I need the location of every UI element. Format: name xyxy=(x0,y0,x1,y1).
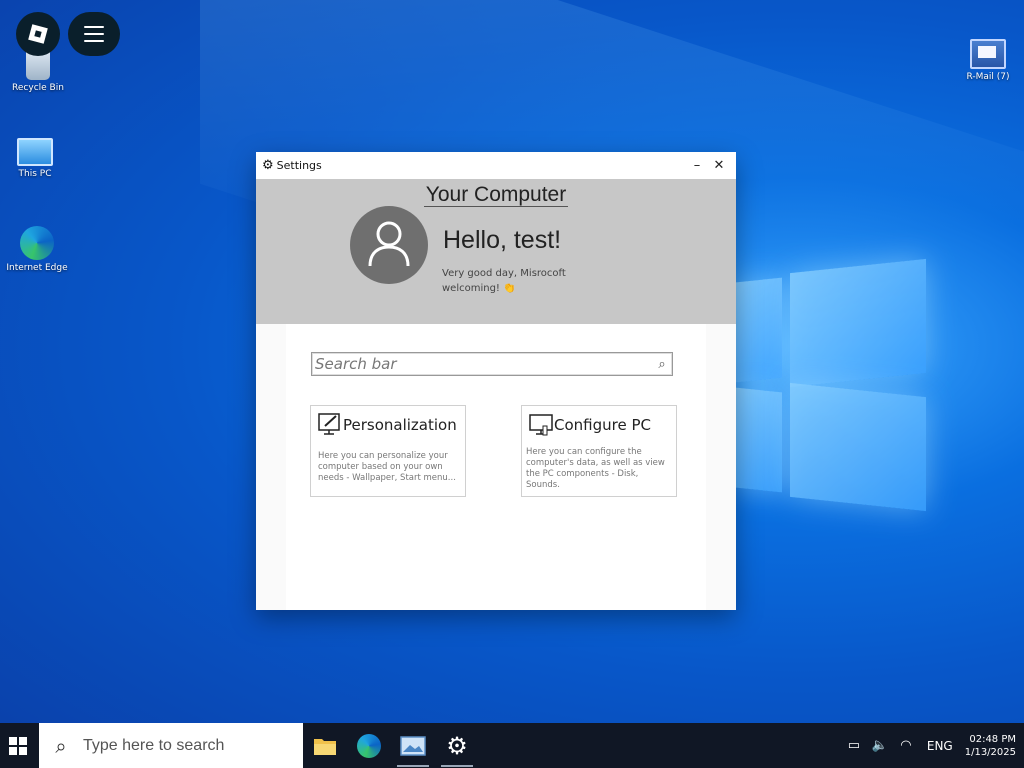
window-title: Settings xyxy=(276,158,322,172)
close-button[interactable]: ✕ xyxy=(708,158,730,173)
clock[interactable]: 02:48 PM 1/13/2025 xyxy=(961,733,1024,759)
card-description: Here you can personalize your computer b… xyxy=(318,451,456,483)
desktop-icon-label: Internet Edge xyxy=(6,263,68,273)
monitor-icon xyxy=(529,414,553,436)
desktop-icon-label: Recycle Bin xyxy=(12,83,64,93)
hamburger-menu-icon xyxy=(84,26,104,28)
desktop-icon-label: R-Mail (7) xyxy=(966,72,1010,82)
system-tray: ▭ 🔈 ◠ ENG 02:48 PM 1/13/2025 xyxy=(841,723,1024,768)
file-explorer-icon xyxy=(314,738,336,755)
search-icon: ⌕ xyxy=(55,733,67,758)
settings-window: ⚙ Settings – ✕ Your Computer Hello, test… xyxy=(256,152,736,610)
taskbar-search-placeholder: Type here to search xyxy=(83,736,225,754)
search-bar[interactable]: ⌕ xyxy=(311,352,673,376)
volume-icon[interactable]: 🔈 xyxy=(867,738,893,753)
profile-header: Your Computer Hello, test! Very good day… xyxy=(256,179,736,324)
welcome-text: Very good day, Misrocoft welcoming! 👏 xyxy=(442,268,566,294)
card-title: Configure PC xyxy=(554,416,651,434)
roblox-button[interactable] xyxy=(16,12,60,56)
personalization-card[interactable]: Personalization Here you can personalize… xyxy=(310,405,466,497)
windows-logo-wallpaper xyxy=(736,258,926,513)
clock-time: 02:48 PM xyxy=(969,733,1016,745)
desktop-icon-r-mail[interactable]: R-Mail (7) xyxy=(953,37,1023,82)
search-icon[interactable]: ⌕ xyxy=(652,357,672,372)
clock-date: 1/13/2025 xyxy=(964,746,1016,758)
this-pc-icon xyxy=(17,138,53,166)
greeting: Hello, test! xyxy=(443,226,562,254)
minimize-button[interactable]: – xyxy=(686,158,708,173)
taskbar-file-explorer[interactable] xyxy=(303,723,347,768)
start-button[interactable] xyxy=(0,723,36,768)
desktop-icon-label: This PC xyxy=(18,169,52,179)
taskbar-search[interactable]: ⌕ Type here to search xyxy=(39,723,303,768)
card-title: Personalization xyxy=(343,416,457,434)
edge-icon xyxy=(357,733,381,758)
settings-content: ⌕ Personalization Here you can personali… xyxy=(286,324,706,610)
mail-icon xyxy=(970,39,1006,69)
title-bar[interactable]: ⚙ Settings – ✕ xyxy=(256,152,736,178)
roblox-icon xyxy=(28,24,48,44)
battery-icon[interactable]: ▭ xyxy=(841,738,867,753)
edge-icon xyxy=(20,226,54,260)
taskbar: ⌕ Type here to search ⚙ ▭ 🔈 ◠ ENG 02:48 … xyxy=(0,723,1024,768)
taskbar-edge[interactable] xyxy=(347,723,391,768)
search-input[interactable] xyxy=(312,354,652,374)
photos-icon xyxy=(400,735,426,756)
wifi-icon[interactable]: ◠ xyxy=(893,738,919,753)
settings-icon: ⚙ xyxy=(446,731,468,760)
menu-button[interactable] xyxy=(68,12,120,56)
taskbar-photos[interactable] xyxy=(391,723,435,768)
gear-icon: ⚙ xyxy=(262,157,274,173)
configure-pc-card[interactable]: Configure PC Here you can configure the … xyxy=(521,405,677,497)
avatar xyxy=(350,206,428,284)
page-title: Your Computer xyxy=(423,183,569,207)
card-description: Here you can configure the computer's da… xyxy=(526,447,665,490)
desktop-icon-internet-edge[interactable]: Internet Edge xyxy=(2,226,72,273)
personalization-icon xyxy=(318,413,340,435)
taskbar-settings[interactable]: ⚙ xyxy=(435,723,479,768)
language-indicator[interactable]: ENG xyxy=(919,739,961,753)
user-icon xyxy=(368,221,410,267)
windows-start-icon xyxy=(9,736,27,755)
desktop-icon-this-pc[interactable]: This PC xyxy=(0,134,70,179)
